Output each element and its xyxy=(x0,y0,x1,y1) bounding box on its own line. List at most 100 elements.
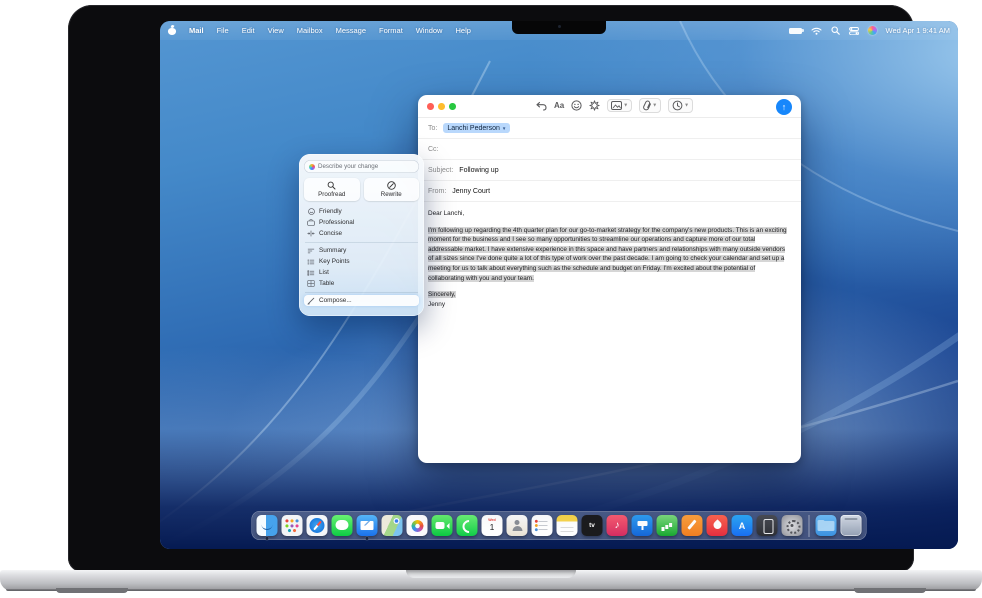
menu-item-summary[interactable]: Summary xyxy=(304,245,419,256)
paperclip-icon xyxy=(643,100,651,111)
proofread-magnifier-icon xyxy=(327,181,336,190)
dock-photos-icon[interactable] xyxy=(407,515,428,536)
dock-messages-icon[interactable] xyxy=(332,515,353,536)
list-icon xyxy=(307,270,315,276)
apple-menu-icon[interactable] xyxy=(168,26,176,35)
zoom-button[interactable] xyxy=(449,103,456,110)
menu-item-label: List xyxy=(319,269,329,276)
menu-item-label: Table xyxy=(319,280,334,287)
menu-message[interactable]: Message xyxy=(336,26,366,35)
dock-appstore-icon[interactable]: A xyxy=(732,515,753,536)
table-icon xyxy=(307,280,315,287)
menu-item-label: Key Points xyxy=(319,258,350,265)
menu-item-concise[interactable]: Concise xyxy=(304,228,419,239)
body-paragraph-selected: I'm following up regarding the 4th quart… xyxy=(428,227,787,282)
battery-icon[interactable] xyxy=(789,28,802,34)
menu-view[interactable]: View xyxy=(268,26,284,35)
undo-icon[interactable] xyxy=(536,101,547,111)
recipient-token[interactable]: Lanchi Pederson ▼ xyxy=(443,123,510,133)
macbook-bezel: Mail File Edit View Mailbox Message Form… xyxy=(68,5,914,572)
calendar-day: 1 xyxy=(482,523,503,532)
dock-rocket-app-icon[interactable] xyxy=(707,515,728,536)
dock-safari-icon[interactable] xyxy=(307,515,328,536)
menu-bar-status: Wed Apr 1 9:41 AM xyxy=(789,26,950,35)
dock-phone-icon[interactable] xyxy=(457,515,478,536)
emoji-icon[interactable] xyxy=(571,100,582,111)
dock-notes-icon[interactable] xyxy=(557,515,578,536)
menu-item-table[interactable]: Table xyxy=(304,278,419,289)
running-indicator xyxy=(266,537,269,540)
dock-reminders-icon[interactable] xyxy=(532,515,553,536)
close-button[interactable] xyxy=(427,103,434,110)
attach-button[interactable]: ▼ xyxy=(639,98,661,113)
menu-item-friendly[interactable]: Friendly xyxy=(304,206,419,217)
compose-toolbar: Aa xyxy=(536,98,693,113)
dock-calendar-icon[interactable]: Wed 1 xyxy=(482,515,503,536)
proofread-label: Proofread xyxy=(318,191,345,198)
dock-keynote-icon[interactable] xyxy=(632,515,653,536)
dock-mail-icon[interactable] xyxy=(357,515,378,536)
apple-intelligence-glow-icon xyxy=(309,164,315,170)
summary-icon xyxy=(307,248,315,254)
dock-maps-icon[interactable] xyxy=(382,515,403,536)
smiley-icon xyxy=(307,208,315,215)
subject-value: Following up xyxy=(459,167,498,174)
photo-browser-button[interactable]: ▼ xyxy=(607,99,632,112)
menu-bar-clock[interactable]: Wed Apr 1 9:41 AM xyxy=(886,26,950,35)
dock-appletv-icon[interactable]: tv xyxy=(582,515,603,536)
from-field[interactable]: From: Jenny Court xyxy=(418,181,801,202)
siri-icon[interactable] xyxy=(868,26,877,35)
menu-app[interactable]: Mail xyxy=(189,26,204,35)
window-titlebar[interactable]: Aa xyxy=(418,95,801,118)
menu-item-key-points[interactable]: Key Points xyxy=(304,256,419,267)
search-icon[interactable] xyxy=(831,26,840,35)
dock-contacts-icon[interactable] xyxy=(507,515,528,536)
message-body[interactable]: Dear Lanchi, I'm following up regarding … xyxy=(418,202,801,316)
send-later-button[interactable]: ▼ xyxy=(668,98,693,113)
body-greeting: Dear Lanchi, xyxy=(428,209,791,219)
format-icon[interactable]: Aa xyxy=(554,101,564,110)
minimize-button[interactable] xyxy=(438,103,445,110)
menu-help[interactable]: Help xyxy=(455,26,470,35)
dock-launchpad-icon[interactable] xyxy=(282,515,303,536)
menu-mailbox[interactable]: Mailbox xyxy=(297,26,323,35)
mail-compose-window: Aa xyxy=(418,95,801,463)
menu-item-label: Friendly xyxy=(319,208,342,215)
dock-divider xyxy=(809,515,810,537)
camera-dot xyxy=(558,25,561,28)
menu-item-professional[interactable]: Professional xyxy=(304,217,419,228)
control-center-icon[interactable] xyxy=(849,27,859,35)
dock-pages-icon[interactable] xyxy=(682,515,703,536)
subject-field[interactable]: Subject: Following up xyxy=(418,160,801,181)
dock-trash-icon[interactable] xyxy=(841,515,862,536)
apple-intelligence-icon[interactable] xyxy=(589,100,600,111)
wifi-icon[interactable] xyxy=(811,27,822,35)
describe-change-input[interactable]: Describe your change xyxy=(304,160,419,173)
cc-field[interactable]: Cc: xyxy=(418,139,801,160)
dock-system-settings-icon[interactable] xyxy=(782,515,803,536)
dock-finder-icon[interactable] xyxy=(257,515,278,536)
dock: Wed 1 tv ♪ A xyxy=(252,511,867,540)
send-button[interactable]: ↑ xyxy=(776,99,792,115)
menu-item-compose[interactable]: Compose... xyxy=(304,295,419,306)
dock-facetime-icon[interactable] xyxy=(432,515,453,536)
dock-numbers-icon[interactable] xyxy=(657,515,678,536)
menu-window[interactable]: Window xyxy=(416,26,443,35)
menu-format[interactable]: Format xyxy=(379,26,403,35)
rewrite-button[interactable]: Rewrite xyxy=(364,178,420,201)
dock-music-icon[interactable]: ♪ xyxy=(607,515,628,536)
menu-separator xyxy=(305,242,418,243)
menu-file[interactable]: File xyxy=(217,26,229,35)
proofread-button[interactable]: Proofread xyxy=(304,178,360,201)
describe-change-placeholder: Describe your change xyxy=(318,163,378,170)
writing-tools-menu: Friendly Professional Concise xyxy=(304,206,419,306)
appstore-glyph: A xyxy=(739,521,746,531)
menu-edit[interactable]: Edit xyxy=(242,26,255,35)
menu-item-list[interactable]: List xyxy=(304,267,419,278)
dock-downloads-folder-icon[interactable] xyxy=(816,515,837,536)
dock-iphone-mirroring-icon[interactable] xyxy=(757,515,778,536)
to-field[interactable]: To: Lanchi Pederson ▼ xyxy=(418,118,801,139)
menu-item-label: Compose... xyxy=(319,297,352,304)
menu-item-label: Professional xyxy=(319,219,354,226)
camera-notch xyxy=(512,21,606,34)
